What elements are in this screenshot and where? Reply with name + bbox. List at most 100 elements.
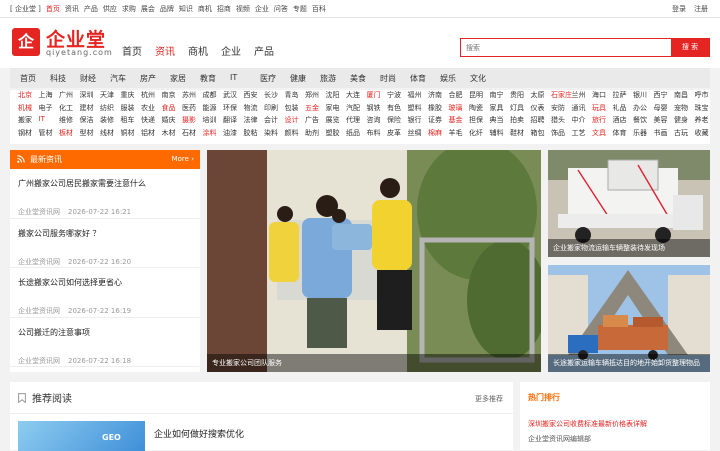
subcategory-link[interactable]: 南昌: [674, 90, 688, 100]
subcategory-link[interactable]: 石家庄: [551, 90, 572, 100]
subcategory-link[interactable]: 青岛: [285, 90, 299, 100]
subcategory-link[interactable]: 西宁: [654, 90, 668, 100]
subcategory-link[interactable]: 文具: [592, 128, 606, 138]
category-tab[interactable]: 旅游: [320, 73, 336, 84]
subcategory-link[interactable]: 广州: [59, 90, 73, 100]
top-link[interactable]: 品牌: [160, 5, 174, 13]
subcategory-link[interactable]: 基金: [449, 115, 463, 125]
subcategory-link[interactable]: 石材: [182, 128, 196, 138]
subcategory-link[interactable]: 翻译: [223, 115, 237, 125]
subcategory-link[interactable]: 宁波: [387, 90, 401, 100]
subcategory-link[interactable]: 助剂: [305, 128, 319, 138]
top-link[interactable]: 首页: [46, 5, 60, 13]
subcategory-link[interactable]: 厦门: [367, 90, 381, 100]
subcategory-link[interactable]: 丝绸: [408, 128, 422, 138]
subcategory-link[interactable]: 化纤: [469, 128, 483, 138]
subcategory-link[interactable]: 苏州: [182, 90, 196, 100]
subcategory-link[interactable]: IT: [39, 115, 45, 123]
subcategory-link[interactable]: 灯具: [510, 103, 524, 113]
subcategory-link[interactable]: 中介: [572, 115, 586, 125]
subcategory-link[interactable]: 仪表: [531, 103, 545, 113]
subcategory-link[interactable]: 郑州: [305, 90, 319, 100]
top-link[interactable]: 专题: [293, 5, 307, 13]
subcategory-link[interactable]: 猎头: [551, 115, 565, 125]
subcategory-link[interactable]: 工艺: [572, 128, 586, 138]
subcategory-link[interactable]: 铜材: [121, 128, 135, 138]
news-list-item[interactable]: 长途搬家公司如何选择更省心 企业堂资讯网 2026-07-22 16:19: [10, 268, 200, 318]
subcategory-link[interactable]: 乐器: [633, 128, 647, 138]
subcategory-link[interactable]: 染料: [264, 128, 278, 138]
subcategory-link[interactable]: 担保: [469, 115, 483, 125]
nav-item[interactable]: 首页: [122, 47, 142, 58]
subcategory-link[interactable]: 有色: [387, 103, 401, 113]
subcategory-link[interactable]: 钢材: [18, 128, 32, 138]
category-tab[interactable]: 房产: [140, 73, 156, 84]
subcategory-link[interactable]: 长沙: [264, 90, 278, 100]
subcategory-link[interactable]: 收藏: [695, 128, 709, 138]
category-tab[interactable]: 教育: [200, 73, 216, 84]
top-link[interactable]: 视频: [236, 5, 250, 13]
category-tab[interactable]: 家居: [170, 73, 186, 84]
subcategory-link[interactable]: 租车: [121, 115, 135, 125]
subcategory-link[interactable]: 古玩: [674, 128, 688, 138]
subcategory-link[interactable]: 环保: [223, 103, 237, 113]
subcategory-link[interactable]: 家电: [326, 103, 340, 113]
category-tab[interactable]: 美食: [350, 73, 366, 84]
subcategory-link[interactable]: 涂料: [203, 128, 217, 138]
subcategory-link[interactable]: 建材: [80, 103, 94, 113]
subcategory-link[interactable]: 会计: [264, 115, 278, 125]
subcategory-link[interactable]: 大连: [346, 90, 360, 100]
subcategory-link[interactable]: 食品: [162, 103, 176, 113]
top-link[interactable]: 知识: [179, 5, 193, 13]
subcategory-link[interactable]: 农业: [141, 103, 155, 113]
news-item-title[interactable]: 广州搬家公司居民搬家需要注意什么: [18, 178, 146, 189]
subcategory-link[interactable]: 美容: [654, 115, 668, 125]
subcategory-link[interactable]: 安防: [551, 103, 565, 113]
subcategory-link[interactable]: 玻璃: [449, 103, 463, 113]
recommend-thumbnail[interactable]: GEO: [18, 421, 145, 451]
subcategory-link[interactable]: 珠宝: [695, 103, 709, 113]
category-tab[interactable]: 健康: [290, 73, 306, 84]
subcategory-link[interactable]: 海口: [592, 90, 606, 100]
news-list-item[interactable]: 广州搬家公司居民搬家需要注意什么 企业堂资讯网 2026-07-22 16:21: [10, 169, 200, 219]
subcategory-link[interactable]: 鞋材: [510, 128, 524, 138]
nav-item[interactable]: 企业: [221, 47, 241, 58]
category-tab[interactable]: 文化: [470, 73, 486, 84]
subcategory-link[interactable]: 印刷: [264, 103, 278, 113]
nav-item[interactable]: 资讯: [155, 47, 175, 58]
subcategory-link[interactable]: 医药: [182, 103, 196, 113]
subcategory-link[interactable]: 杭州: [141, 90, 155, 100]
subcategory-link[interactable]: 健身: [674, 115, 688, 125]
subcategory-link[interactable]: 塑胶: [326, 128, 340, 138]
subcategory-link[interactable]: 兰州: [572, 90, 586, 100]
subcategory-link[interactable]: 成都: [203, 90, 217, 100]
subcategory-link[interactable]: 辅料: [490, 128, 504, 138]
category-tab[interactable]: 首页: [20, 73, 36, 84]
subcategory-link[interactable]: 化工: [59, 103, 73, 113]
category-tab[interactable]: IT: [230, 73, 237, 82]
subcategory-link[interactable]: 沈阳: [326, 90, 340, 100]
subcategory-link[interactable]: 重庆: [121, 90, 135, 100]
subcategory-link[interactable]: 羊毛: [449, 128, 463, 138]
subcategory-link[interactable]: 济南: [428, 90, 442, 100]
category-tab[interactable]: 汽车: [110, 73, 126, 84]
category-tab[interactable]: 科技: [50, 73, 66, 84]
subcategory-link[interactable]: 广告: [305, 115, 319, 125]
subcategory-link[interactable]: 礼品: [613, 103, 627, 113]
subcategory-link[interactable]: 纸品: [346, 128, 360, 138]
category-tab[interactable]: 体育: [410, 73, 426, 84]
news-item-title[interactable]: 公司搬迁的注意事项: [18, 327, 90, 338]
subcategory-link[interactable]: 书画: [654, 128, 668, 138]
hot-item-link[interactable]: 深圳搬家公司收费标准最新价格表详解: [528, 419, 647, 429]
subcategory-link[interactable]: 银川: [633, 90, 647, 100]
subcategory-link[interactable]: 箱包: [531, 128, 545, 138]
subcategory-link[interactable]: 南京: [162, 90, 176, 100]
subcategory-link[interactable]: 培训: [203, 115, 217, 125]
subcategory-link[interactable]: 宠物: [674, 103, 688, 113]
subcategory-link[interactable]: 能源: [203, 103, 217, 113]
subcategory-link[interactable]: 昆明: [469, 90, 483, 100]
news-list-item[interactable]: 搬家公司服务哪家好 ？ 企业堂资讯网 2026-07-22 16:20: [10, 219, 200, 268]
subcategory-link[interactable]: 纺织: [100, 103, 114, 113]
subcategory-link[interactable]: 汽配: [346, 103, 360, 113]
side-card-unload[interactable]: 长途搬家运输车辆抵达目的地开始卸货整理物品: [548, 265, 710, 372]
